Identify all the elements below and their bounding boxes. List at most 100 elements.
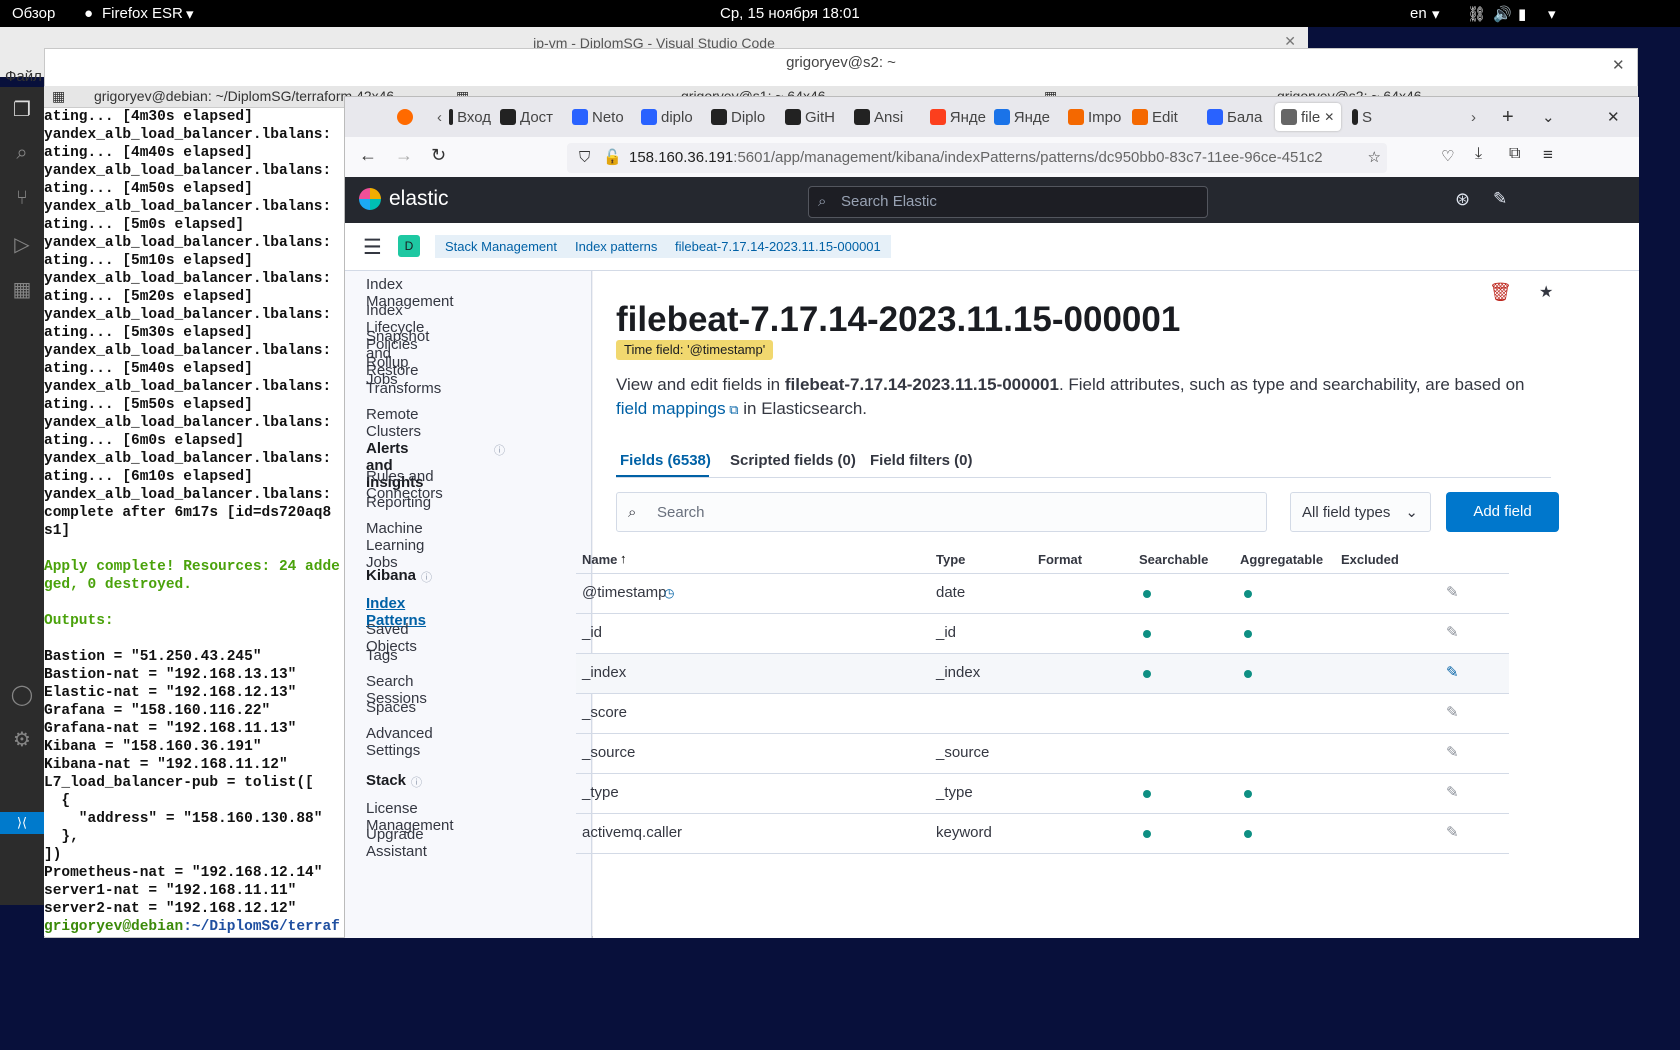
- terminal-log: ating... [4m30s elapsed] yandex_alb_load_…: [44, 108, 344, 540]
- firefox-app-icon: ●: [84, 5, 94, 22]
- table-row[interactable]: _index _index ✎: [576, 654, 1509, 694]
- sidebar-item[interactable]: Machine Learning Jobs: [366, 520, 424, 571]
- output-line: {: [44, 793, 71, 809]
- terminal-title: grigoryev@s2: ~: [786, 54, 896, 71]
- edit-pencil-icon[interactable]: ✎: [1446, 823, 1459, 841]
- sort-arrow-icon[interactable]: ↑: [620, 551, 627, 566]
- terminal-line: ating... [5m30s elapsed]: [44, 325, 253, 341]
- field-search-input[interactable]: ⌕ Search: [616, 492, 1267, 532]
- terminal-line: ating... [6m10s elapsed]: [44, 469, 253, 485]
- table-row[interactable]: _source _source ✎: [576, 734, 1509, 774]
- run-debug-icon[interactable]: ▷: [10, 232, 34, 256]
- sidebar-section-kibana: Kibana: [366, 567, 417, 584]
- prompt-user: grigoryev@debian: [44, 919, 184, 935]
- table-row[interactable]: activemq.caller keyword ✎: [576, 814, 1509, 854]
- field-types-select[interactable]: All field types ⌄: [1290, 492, 1431, 532]
- clock[interactable]: Ср, 15 ноября 18:01: [720, 5, 860, 22]
- terminal-line: ating... [5m0s elapsed]: [44, 217, 245, 233]
- aggregatable-dot-icon: [1244, 590, 1252, 598]
- sidebar-item[interactable]: Spaces: [366, 699, 416, 716]
- table-row[interactable]: _id _id ✎: [576, 614, 1509, 654]
- account-icon[interactable]: ◯: [10, 682, 34, 706]
- field-name: _type: [582, 784, 619, 801]
- network-icon[interactable]: ⛓: [1467, 5, 1486, 23]
- info-icon[interactable]: ⓘ: [494, 442, 505, 458]
- column-header[interactable]: Format: [1038, 552, 1082, 567]
- close-icon[interactable]: ✕: [1612, 56, 1625, 74]
- add-field-button[interactable]: Add field: [1446, 492, 1559, 532]
- info-icon[interactable]: ⓘ: [411, 774, 422, 790]
- searchable-dot-icon: [1143, 790, 1151, 798]
- volume-icon[interactable]: 🔊: [1493, 5, 1512, 23]
- apply-message: Apply complete! Resources: 24 adde: [44, 559, 340, 575]
- battery-icon[interactable]: ▮: [1518, 5, 1526, 23]
- gear-icon[interactable]: ⚙: [10, 727, 34, 751]
- column-header[interactable]: Name: [582, 552, 617, 567]
- delete-icon[interactable]: 🗑: [1489, 282, 1512, 303]
- tab-field-filters[interactable]: Field filters (0): [870, 452, 973, 469]
- edit-pencil-icon[interactable]: ✎: [1446, 743, 1459, 761]
- field-mappings-link[interactable]: field mappings: [616, 399, 726, 418]
- field-type: _id: [936, 624, 957, 641]
- star-icon[interactable]: ★: [1539, 282, 1553, 302]
- aggregatable-dot-icon: [1244, 630, 1252, 638]
- sidebar-item[interactable]: Advanced Settings: [366, 725, 433, 759]
- table-row[interactable]: _type _type ✎: [576, 774, 1509, 814]
- chevron-down-icon: ▾: [1432, 6, 1440, 23]
- extensions-icon[interactable]: ▦: [10, 277, 34, 301]
- terminal-line: complete after 6m17s [id=ds720aq8: [44, 505, 332, 521]
- output-line: Grafana-nat = "192.168.11.13": [44, 721, 297, 737]
- keyboard-layout[interactable]: en: [1410, 5, 1427, 22]
- sidebar-item[interactable]: Tags: [366, 647, 398, 664]
- time-field-badge: Time field: '@timestamp': [616, 340, 774, 360]
- clock-icon: ◷: [664, 586, 675, 600]
- app-menu[interactable]: Firefox ESR: [102, 5, 183, 22]
- output-line: Kibana-nat = "192.168.11.12": [44, 757, 288, 773]
- column-header[interactable]: Searchable: [1139, 552, 1208, 567]
- apply-message: ged, 0 destroyed.: [44, 577, 192, 593]
- field-type: keyword: [936, 824, 992, 841]
- terminal-line: ating... [5m10s elapsed]: [44, 253, 253, 269]
- field-name: @timestamp: [582, 584, 667, 601]
- search-icon[interactable]: ⌕: [10, 142, 34, 166]
- field-name: _id: [582, 624, 603, 641]
- sidebar-item[interactable]: Reporting: [366, 494, 431, 511]
- desc-index-name: filebeat-7.17.14-2023.11.15-000001: [784, 375, 1059, 394]
- output-line: server1-nat = "192.168.11.11": [44, 883, 297, 899]
- search-icon: ⌕: [628, 504, 637, 521]
- info-icon[interactable]: ⓘ: [421, 569, 432, 585]
- sidebar-item[interactable]: Transforms: [366, 380, 441, 397]
- searchable-dot-icon: [1143, 670, 1151, 678]
- edit-pencil-icon[interactable]: ✎: [1446, 583, 1459, 601]
- tab-scripted-fields[interactable]: Scripted fields (0): [730, 452, 856, 469]
- terminal-line: ating... [4m40s elapsed]: [44, 145, 253, 161]
- prompt: grigoryev@debian:~/DiplomSG/terraf: [44, 918, 344, 936]
- column-header[interactable]: Type: [936, 552, 965, 567]
- tab-fields[interactable]: Fields (6538): [620, 452, 711, 469]
- column-header[interactable]: Aggregatable: [1240, 552, 1323, 567]
- explorer-icon[interactable]: ❐: [10, 97, 34, 121]
- remote-indicator-icon[interactable]: ⟩⟨: [0, 812, 44, 834]
- output-line: Kibana = "158.160.36.191": [44, 739, 262, 755]
- menu-file[interactable]: Файл: [5, 68, 42, 85]
- vscode-activity-bar: ❐ ⌕ ⑂ ▷ ▦ ◯ ⚙: [0, 87, 44, 905]
- sidebar-item[interactable]: Upgrade Assistant: [366, 826, 427, 860]
- sidebar-item[interactable]: Remote Clusters: [366, 406, 421, 440]
- terminal-output[interactable]: ating... [4m30s elapsed] yandex_alb_load_…: [44, 108, 344, 936]
- table-row[interactable]: @timestamp ◷ date ✎: [576, 574, 1509, 614]
- searchable-dot-icon: [1143, 630, 1151, 638]
- source-control-icon[interactable]: ⑂: [10, 187, 34, 211]
- edit-pencil-icon[interactable]: ✎: [1446, 663, 1459, 681]
- edit-pencil-icon[interactable]: ✎: [1446, 703, 1459, 721]
- output-line: L7_load_balancer-pub = tolist([: [44, 775, 314, 791]
- edit-pencil-icon[interactable]: ✎: [1446, 783, 1459, 801]
- edit-pencil-icon[interactable]: ✎: [1446, 623, 1459, 641]
- output-line: Grafana = "158.160.116.22": [44, 703, 271, 719]
- overview-button[interactable]: Обзор: [12, 5, 55, 22]
- chevron-down-icon[interactable]: ▾: [1548, 5, 1556, 23]
- system-top-bar: Обзор ● Firefox ESR ▾ Ср, 15 ноября 18:0…: [0, 0, 1680, 27]
- terminal-line: yandex_alb_load_balancer.lbalans:: [44, 415, 332, 431]
- searchable-dot-icon: [1143, 590, 1151, 598]
- table-row[interactable]: _score ✎: [576, 694, 1509, 734]
- desc-text: View and edit fields in: [616, 375, 785, 394]
